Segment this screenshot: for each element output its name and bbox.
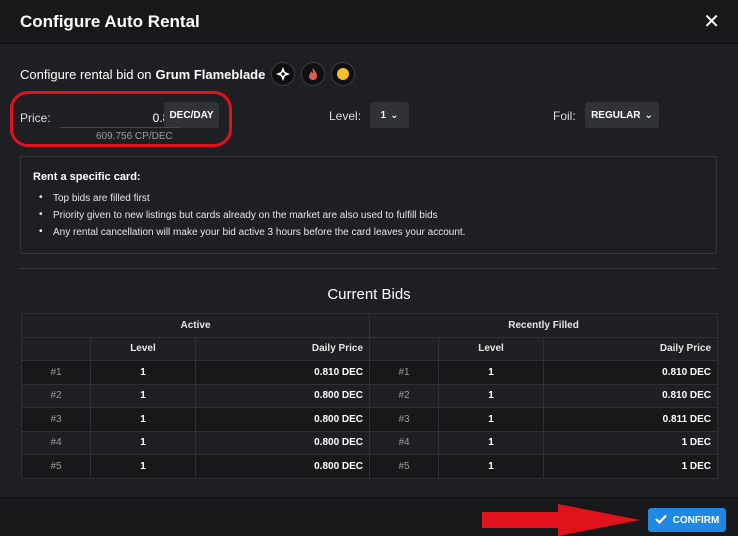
filled-price: 0.810 DEC	[543, 360, 719, 385]
active-header: Active	[20, 313, 371, 338]
active-level: 1	[90, 360, 196, 385]
filled-price: 0.810 DEC	[543, 383, 719, 408]
active-rank: #1	[21, 360, 91, 385]
table-row: #5 1 0.800 DEC #5 1 1 DEC	[21, 454, 719, 479]
table-row: #1 1 0.810 DEC #1 1 0.810 DEC	[21, 360, 719, 385]
bids-column-header: Level Daily Price Level Daily Price	[21, 336, 719, 361]
price-col-header: Daily Price	[543, 336, 719, 361]
filled-rank: #1	[369, 360, 440, 385]
price-highlight-annotation	[10, 91, 232, 147]
filled-level: 1	[438, 383, 545, 408]
confirm-label: CONFIRM	[672, 514, 720, 526]
info-bullet: Top bids are filled first	[33, 192, 704, 204]
chevron-down-icon: ⌄	[390, 109, 399, 121]
filled-level: 1	[438, 454, 545, 479]
level-col-header: Level	[90, 336, 196, 361]
active-level: 1	[90, 383, 196, 408]
card-prefix: Configure rental bid on	[20, 66, 152, 82]
info-bullet: Any rental cancellation will make your b…	[33, 226, 704, 238]
active-rank: #5	[21, 454, 91, 479]
info-title: Rent a specific card:	[33, 171, 141, 183]
foil-label: Foil:	[553, 109, 576, 123]
section-divider	[20, 268, 717, 269]
bids-group-header: Active Recently Filled	[20, 313, 719, 338]
filled-level: 1	[438, 407, 545, 432]
info-list: Top bids are filled first Priority given…	[33, 192, 704, 238]
card-name: Grum Flameblade	[155, 66, 266, 82]
element-neutral-icon	[271, 62, 296, 86]
active-rank: #4	[21, 430, 91, 455]
info-box: Rent a specific card: Top bids are fille…	[20, 156, 717, 254]
filled-level: 1	[438, 360, 545, 385]
price-col-header: Daily Price	[194, 336, 371, 361]
check-icon	[654, 514, 667, 527]
active-price: 0.800 DEC	[194, 454, 371, 479]
level-label: Level:	[329, 109, 362, 123]
fire-splinter-icon	[301, 62, 326, 86]
active-price: 0.800 DEC	[194, 430, 371, 455]
table-row: #4 1 0.800 DEC #4 1 1 DEC	[21, 430, 719, 455]
active-price: 0.810 DEC	[194, 360, 371, 385]
filled-price: 1 DEC	[543, 430, 719, 455]
filled-rank: #4	[369, 430, 440, 455]
active-level: 1	[90, 454, 196, 479]
filled-level: 1	[438, 430, 545, 455]
modal-header: Configure Auto Rental ✕	[0, 0, 738, 44]
active-level: 1	[90, 407, 196, 432]
level-select[interactable]: 1 ⌄	[370, 102, 409, 128]
close-icon[interactable]: ✕	[703, 12, 720, 32]
modal-title: Configure Auto Rental	[20, 11, 200, 31]
filled-rank: #3	[369, 407, 440, 432]
foil-value: REGULAR	[591, 109, 641, 121]
active-price: 0.800 DEC	[194, 383, 371, 408]
table-row: #2 1 0.800 DEC #2 1 0.810 DEC	[21, 383, 719, 408]
active-rank: #2	[21, 383, 91, 408]
foil-select[interactable]: REGULAR ⌄	[585, 102, 659, 128]
rank-col-header	[21, 336, 91, 361]
current-bids-title: Current Bids	[327, 286, 411, 303]
info-bullet: Priority given to new listings but cards…	[33, 209, 704, 221]
table-row: #3 1 0.800 DEC #3 1 0.811 DEC	[21, 407, 719, 432]
level-value: 1	[380, 109, 387, 121]
active-level: 1	[90, 430, 196, 455]
level-col-header: Level	[438, 336, 545, 361]
chevron-down-icon: ⌄	[644, 109, 653, 121]
filled-rank: #2	[369, 383, 440, 408]
active-price: 0.800 DEC	[194, 407, 371, 432]
filled-rank: #5	[369, 454, 440, 479]
card-line: Configure rental bid on Grum Flameblade	[20, 62, 356, 86]
filled-price: 1 DEC	[543, 454, 719, 479]
rank-col-header	[369, 336, 440, 361]
confirm-button[interactable]: CONFIRM	[648, 508, 726, 532]
bids-table: Active Recently Filled Level Daily Price…	[20, 313, 719, 479]
arrow-annotation	[482, 504, 640, 536]
active-rank: #3	[21, 407, 91, 432]
filled-price: 0.811 DEC	[543, 407, 719, 432]
gold-foil-icon	[331, 62, 356, 86]
filled-header: Recently Filled	[369, 313, 719, 338]
